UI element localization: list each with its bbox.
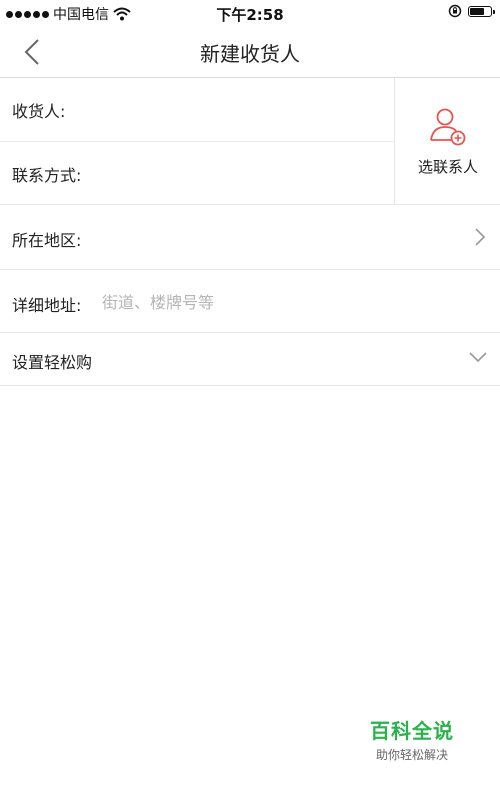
region-row[interactable]: 所在地区: xyxy=(0,205,500,270)
page-title: 新建收货人 xyxy=(200,42,300,66)
battery-level xyxy=(470,7,485,15)
address-input[interactable] xyxy=(100,286,474,318)
receiver-input[interactable] xyxy=(100,94,384,126)
contact-block: 收货人: 联系方式: 选联系人 xyxy=(0,78,500,205)
battery-icon xyxy=(468,5,495,17)
orientation-lock-icon xyxy=(448,4,462,18)
nav-bar: 新建收货人 xyxy=(0,26,500,78)
status-right xyxy=(448,4,495,18)
contact-input[interactable] xyxy=(100,158,384,190)
contact-label: 联系方式: xyxy=(12,166,82,185)
pick-contact-button[interactable]: 选联系人 xyxy=(394,78,500,204)
status-bar: 中国电信 下午2:58 xyxy=(0,0,500,26)
watermark-logo: 百科全说 助你轻松解决 xyxy=(362,715,462,763)
receiver-row: 收货人: xyxy=(0,78,394,142)
address-form: 收货人: 联系方式: 选联系人 所在地区: 详细地址: 街道、楼牌号等 设置轻松… xyxy=(0,78,500,386)
easy-buy-row[interactable]: 设置轻松购 xyxy=(0,333,500,386)
receiver-label: 收货人: xyxy=(12,102,66,121)
address-row: 详细地址: xyxy=(0,270,500,333)
easy-buy-label: 设置轻松购 xyxy=(12,353,93,372)
watermark-title: 百科全说 xyxy=(370,719,454,743)
status-time: 下午2:58 xyxy=(216,6,284,24)
region-label: 所在地区: xyxy=(12,231,82,250)
pick-contact-label: 选联系人 xyxy=(417,158,478,176)
add-contact-icon xyxy=(430,108,466,146)
contact-fields: 收货人: 联系方式: xyxy=(0,78,394,204)
address-label: 详细地址: xyxy=(12,296,82,315)
chevron-right-icon xyxy=(475,228,486,246)
chevron-down-icon xyxy=(469,352,487,363)
watermark-subtitle: 助你轻松解决 xyxy=(375,748,448,762)
contact-row: 联系方式: xyxy=(0,142,394,205)
